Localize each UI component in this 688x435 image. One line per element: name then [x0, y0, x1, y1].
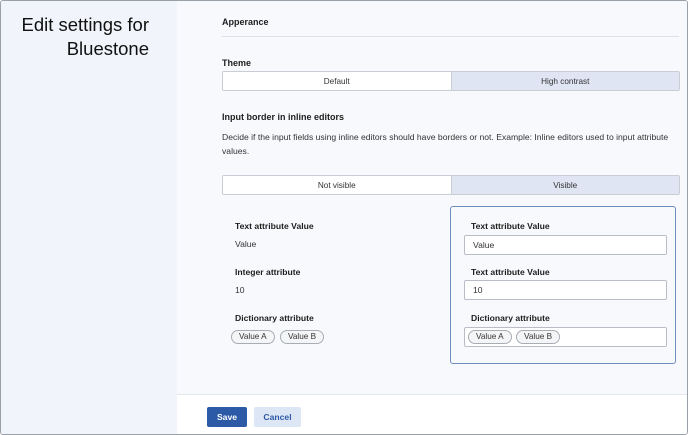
settings-content: Apperance Theme Default High contrast In… — [177, 1, 687, 394]
sidebar: Edit settings for Bluestone — [1, 1, 177, 434]
save-button[interactable]: Save — [207, 407, 247, 427]
section-divider — [222, 36, 679, 37]
input-border-option-not-visible[interactable]: Not visible — [223, 176, 451, 194]
preview-plain-text-label: Text attribute Value — [235, 221, 314, 231]
preview-plain-chip-value-b: Value B — [280, 330, 325, 344]
preview-bordered-integer-label: Text attribute Value — [471, 267, 550, 277]
preview-plain-integer-label: Integer attribute — [235, 267, 301, 277]
theme-toggle: Default High contrast — [222, 71, 680, 91]
preview-bordered-text-input[interactable]: Value — [464, 235, 667, 255]
preview-bordered: Text attribute Value Value Text attribut… — [450, 206, 676, 364]
footer-bar: Save Cancel — [177, 394, 687, 434]
input-border-toggle: Not visible Visible — [222, 175, 680, 195]
theme-option-default[interactable]: Default — [223, 72, 451, 90]
cancel-button[interactable]: Cancel — [254, 407, 301, 427]
settings-dialog: Edit settings for Bluestone Apperance Th… — [0, 0, 688, 435]
theme-label: Theme — [222, 58, 252, 68]
preview-bordered-text-label: Text attribute Value — [471, 221, 550, 231]
preview-bordered-dictionary-input[interactable]: Value A Value B — [464, 327, 667, 347]
input-border-label: Input border in inline editors — [222, 112, 345, 122]
preview-plain-integer-value: 10 — [235, 285, 245, 295]
preview-bordered-chip-value-a: Value A — [468, 330, 512, 344]
preview-bordered-integer-input[interactable]: 10 — [464, 280, 667, 300]
input-border-description: Decide if the input fields using inline … — [222, 132, 669, 156]
preview-plain-dictionary-label: Dictionary attribute — [235, 313, 314, 323]
page-title: Edit settings for Bluestone — [21, 14, 149, 59]
preview-bordered-chip-value-b: Value B — [516, 330, 561, 344]
appearance-heading: Apperance — [222, 17, 269, 27]
preview-plain-text-value: Value — [235, 239, 257, 249]
preview-plain-chip-value-a: Value A — [231, 330, 275, 344]
theme-option-high-contrast[interactable]: High contrast — [450, 72, 679, 90]
input-border-option-visible[interactable]: Visible — [450, 176, 679, 194]
preview-bordered-dictionary-label: Dictionary attribute — [471, 313, 550, 323]
